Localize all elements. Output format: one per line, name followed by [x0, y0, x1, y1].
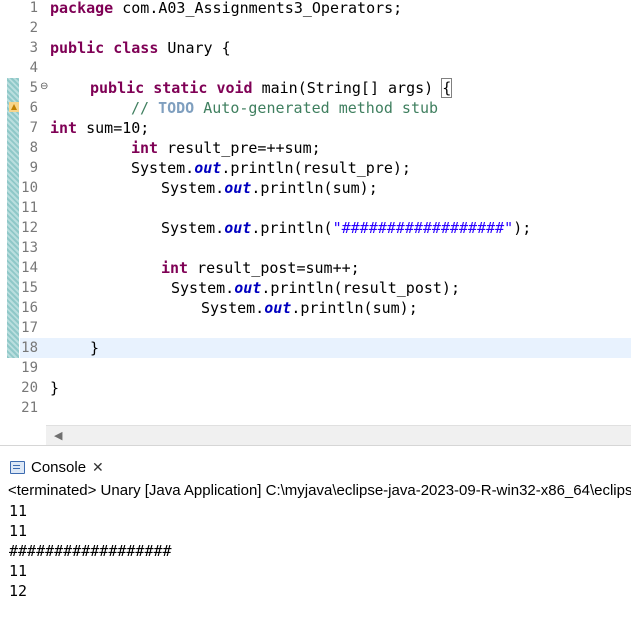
scroll-left-arrow-icon[interactable]: ◀ — [54, 429, 62, 442]
keyword: public — [50, 39, 105, 57]
code-line-6[interactable]: // TODO Auto-generated method stub — [131, 98, 438, 118]
line-number: 12 — [21, 220, 38, 236]
code-text: com.A03_Assignments3_Operators; — [113, 0, 403, 17]
line-number: 13 — [21, 240, 38, 256]
terminated-status: <terminated> Unary [Java Application] C:… — [8, 482, 631, 499]
keyword: int — [131, 139, 159, 157]
line-number: 16 — [21, 300, 38, 316]
line-number: 15 — [21, 280, 38, 296]
code-editor[interactable]: 1 2 3 4 5 ⊖ 6 7 8 9 10 11 12 13 14 15 16… — [0, 0, 631, 425]
line-number: 4 — [29, 60, 38, 76]
code-text: System. — [161, 179, 225, 197]
code-line-20[interactable]: } — [50, 378, 59, 398]
tab-label: Console — [31, 458, 87, 476]
keyword: class — [113, 39, 159, 57]
output-line: 11 — [9, 522, 28, 540]
keyword: public — [90, 79, 145, 97]
code-text: System. — [171, 279, 235, 297]
static-field: out — [224, 179, 252, 197]
console-output[interactable]: <terminated> Unary [Java Application] C:… — [0, 480, 631, 619]
keyword: package — [50, 0, 114, 17]
code-line-8[interactable]: int result_pre=++sum; — [131, 138, 321, 158]
code-line-3[interactable]: public class Unary { — [50, 38, 231, 58]
console-icon — [10, 460, 25, 474]
code-text: System. — [161, 219, 225, 237]
line-number: 20 — [21, 380, 38, 396]
fold-collapse-icon[interactable]: ⊖ — [40, 81, 48, 92]
static-field: out — [264, 299, 292, 317]
code-text: System. — [201, 299, 265, 317]
code-text: Unary { — [158, 39, 231, 57]
code-line-16[interactable]: System.out.println(sum); — [201, 298, 418, 318]
line-number: 19 — [21, 360, 38, 376]
code-line-10[interactable]: System.out.println(sum); — [161, 178, 378, 198]
horizontal-scrollbar[interactable]: ◀ — [46, 425, 631, 446]
line-number: 14 — [21, 260, 38, 276]
code-text: .println( — [251, 219, 333, 237]
line-number: 7 — [29, 120, 38, 136]
code-line-7[interactable]: int sum=10; — [50, 118, 149, 138]
keyword: int — [50, 119, 78, 137]
code-line-1[interactable]: package com.A03_Assignments3_Operators; — [50, 0, 402, 18]
static-field: out — [194, 159, 222, 177]
line-number: 2 — [29, 20, 38, 36]
line-number: 10 — [21, 180, 38, 196]
code-text: .println(sum); — [291, 299, 418, 317]
keyword: void — [216, 79, 253, 97]
code-line-15[interactable]: System.out.println(result_post); — [171, 278, 460, 298]
output-line: 11 — [9, 562, 28, 580]
code-text: sum=10; — [77, 119, 150, 137]
todo-tag: TODO — [158, 99, 195, 117]
comment: Auto-generated method stub — [194, 99, 439, 117]
comment: // — [131, 99, 159, 117]
line-number: 18 — [21, 340, 38, 356]
line-number: 17 — [21, 320, 38, 336]
line-number: 6 — [29, 100, 38, 116]
code-text: System. — [131, 159, 195, 177]
line-number: 1 — [29, 0, 38, 16]
code-text: .println(sum); — [251, 179, 378, 197]
code-text: result_pre=++sum; — [158, 139, 321, 157]
tab-console[interactable]: Console ✕ — [6, 455, 112, 479]
current-line-highlight — [20, 338, 631, 358]
line-number: 5 — [29, 80, 38, 96]
output-line: 12 — [9, 582, 28, 600]
code-line-18[interactable]: } — [90, 338, 99, 358]
code-line-9[interactable]: System.out.println(result_pre); — [131, 158, 411, 178]
close-icon[interactable]: ✕ — [92, 459, 104, 476]
code-text: ); — [513, 219, 532, 237]
code-line-14[interactable]: int result_post=sum++; — [161, 258, 360, 278]
code-text: main(String[] args) — [252, 79, 443, 97]
line-number: 21 — [21, 400, 38, 416]
line-number: 3 — [29, 40, 38, 56]
code-text: result_post=sum++; — [188, 259, 360, 277]
code-line-12[interactable]: System.out.println("##################")… — [161, 218, 531, 238]
code-line-5[interactable]: public static void main(String[] args) { — [90, 78, 453, 98]
matching-bracket: { — [441, 78, 453, 98]
output-line: ################## — [9, 542, 172, 560]
code-text: .println(result_pre); — [221, 159, 411, 177]
line-number: 8 — [29, 140, 38, 156]
output-line: 11 — [9, 502, 28, 520]
line-number: 11 — [21, 200, 38, 216]
line-number: 9 — [29, 160, 38, 176]
keyword: int — [161, 259, 189, 277]
keyword: static — [153, 79, 208, 97]
string-literal: "##################" — [332, 219, 514, 237]
static-field: out — [224, 219, 252, 237]
console-tab-bar: Console ✕ — [0, 453, 631, 480]
static-field: out — [234, 279, 262, 297]
code-text: .println(result_post); — [261, 279, 460, 297]
